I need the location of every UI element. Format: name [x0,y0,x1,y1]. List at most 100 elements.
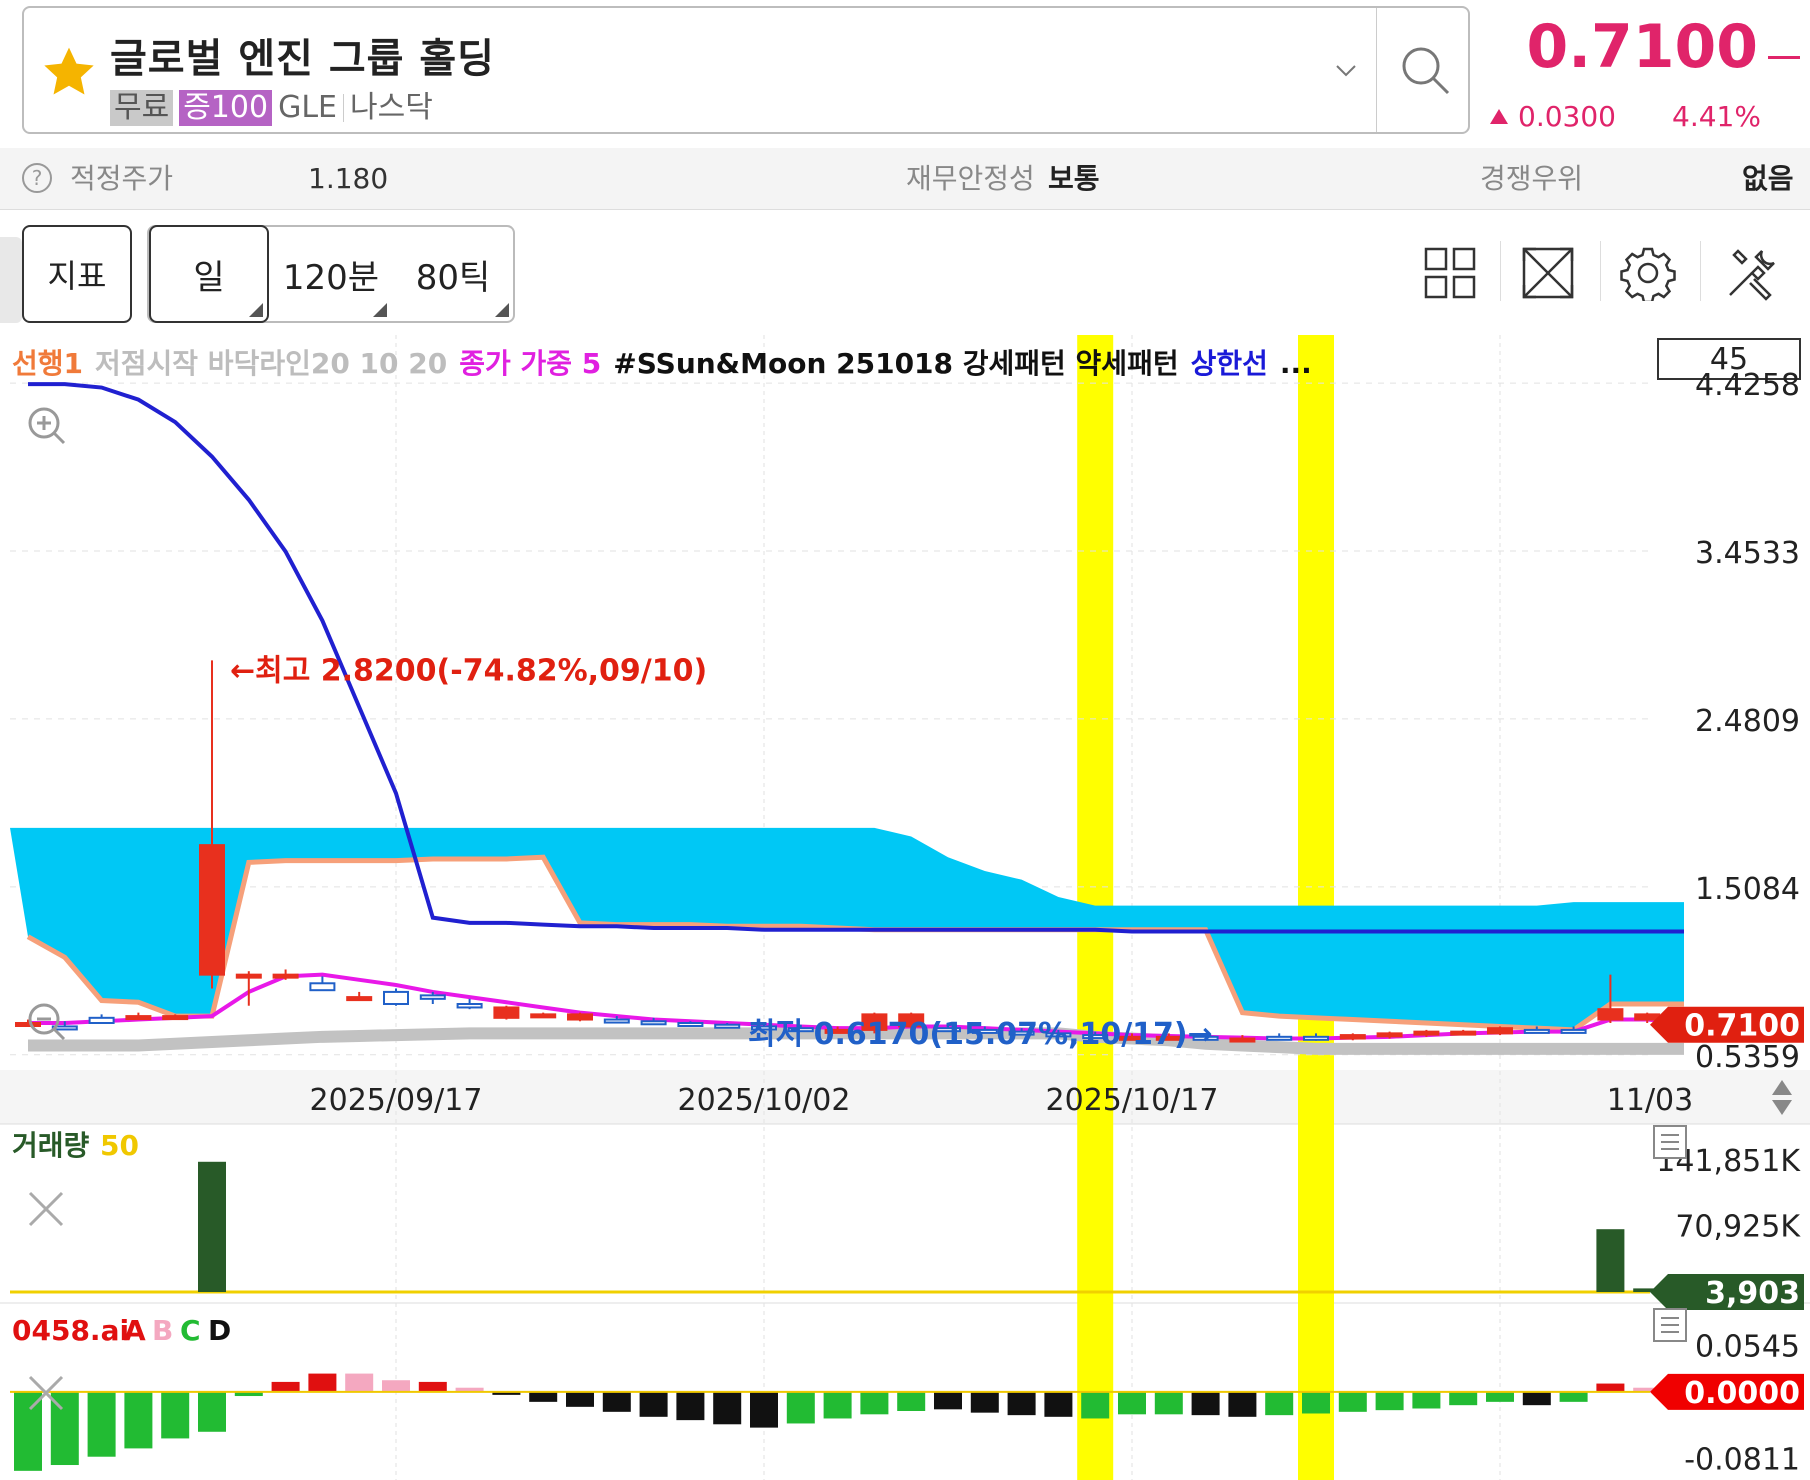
price-more-icon[interactable] [1768,56,1800,59]
oscillator-bar [1486,1391,1514,1402]
oscillator-legend-item: C [180,1314,201,1347]
candle-body [1560,1028,1587,1034]
oscillator-bar [418,1381,447,1392]
candle-body [567,1013,593,1021]
oscillator-legend-item: B [152,1314,173,1347]
candle-body [346,996,373,1002]
oscillator-bar [1412,1391,1441,1409]
oscillator-bar [602,1391,631,1412]
period-80tick[interactable]: 80틱 [393,227,513,321]
candle-body [1229,1037,1256,1043]
toolbar-divider [1600,241,1601,301]
oscillator-bar [897,1391,926,1411]
indicator-legend-item: 상한선 [1191,347,1268,380]
oscillator-bar [1081,1391,1110,1419]
oscillator-bar [271,1381,300,1392]
dropdown-corner-icon [373,303,387,317]
oscillator-bar [1044,1391,1073,1417]
search-icon [1402,47,1450,95]
volume-title: 거래량 [12,1129,90,1162]
candle-body [603,1018,630,1024]
side-drawer-handle[interactable] [0,237,22,323]
chevron-down-icon[interactable] [1334,58,1358,82]
indicator-legend-item: ... [1280,347,1312,380]
price-chart[interactable]: ←최고 2.8200(-74.82%,09/10) 최저 0.6170(15.07… [0,335,1810,1480]
oscillator-bar [198,1391,226,1432]
candle-body [162,1015,189,1021]
candle-body [530,1013,557,1019]
tools-icon[interactable] [1724,245,1780,301]
toolbar-divider [1500,241,1501,301]
current-price: 0.7100 [1526,12,1758,82]
oscillator-bar [1154,1391,1183,1415]
period-120min[interactable]: 120분 [271,227,391,321]
candle-body [493,1006,520,1019]
price-change-percent: 4.41% [1672,100,1761,133]
volume-period: 50 [100,1129,139,1162]
candle-body [714,1023,741,1029]
current-oscillator-tag-value: 0.0000 [1684,1376,1800,1411]
oscillator-menu-icon [1653,1308,1687,1342]
candle-body [199,844,225,976]
tag-divider [343,94,344,122]
stability-value: 보통 [1048,162,1100,195]
oscillator-bar [14,1391,42,1471]
oscillator-bar [1191,1391,1220,1416]
price-axis-label: 3.4533 [1695,536,1800,571]
candle-body [1523,1028,1550,1034]
candle-body [1450,1030,1477,1036]
oscillator-bar [713,1391,742,1425]
fair-price-value: 1.180 [308,162,389,195]
oscillator-bar [1007,1391,1036,1416]
price-axis-label: 1.5084 [1695,872,1800,907]
indicator-legend-item: #SSun&Moon 251018 강세패턴 약세패턴 [613,347,1178,380]
competitive-value: 없음 [1742,162,1794,195]
price-axis-label: 2.4809 [1695,704,1800,739]
period-day[interactable]: 일 [149,225,269,323]
candle-body [15,1022,41,1028]
price-axis-label: 0.5359 [1695,1040,1800,1075]
search-button[interactable] [1376,8,1470,132]
layout-grid-icon[interactable] [1422,245,1478,301]
favorite-star-icon[interactable] [40,44,98,102]
oscillator-legend-item: D [208,1314,231,1347]
candle-body [1413,1030,1440,1036]
oscillator-bar [124,1391,153,1449]
indicator-legend-item: 저점시작 바닥라인20 10 20 [95,347,447,380]
oscillator-bar [786,1391,815,1424]
candle-body [1339,1034,1366,1040]
candle-body [1376,1032,1403,1038]
oscillator-axis-label: -0.0811 [1684,1442,1800,1477]
oscillator-bar [1338,1391,1367,1412]
candle-body [1634,1013,1661,1021]
high-annotation: ←최고 2.8200(-74.82%,09/10) [230,653,707,688]
candle-body [419,994,446,1000]
indicator-legend-item: 종가 가중 5 [459,347,601,380]
toolbar-divider [1700,241,1701,301]
ticker-tag: GLE [278,90,337,125]
candle-body [383,990,409,1006]
x-axis-band [0,1070,1810,1124]
oscillator-bar [308,1373,337,1392]
volume-bar [198,1161,226,1292]
candle-body [125,1015,152,1021]
fullscreen-icon[interactable] [1520,245,1576,301]
indicator-button[interactable]: 지표 [22,225,132,323]
oscillator-bar [1375,1391,1404,1411]
exchange-tag: 나스닥 [350,90,433,125]
chart-toolbar: 지표 일 120분 80틱 [0,211,1810,335]
oscillator-axis-label: 0.0545 [1695,1330,1800,1365]
stock-search-box[interactable]: 글로벌 엔진 그룹 홀딩 무료 증100 GLE 나스닥 [22,6,1470,134]
help-icon[interactable]: ? [22,163,52,193]
volume-axis-label: 70,925K [1675,1210,1801,1245]
oscillator-bar [566,1391,594,1407]
dropdown-corner-icon [495,303,509,317]
settings-gear-icon[interactable] [1620,245,1676,301]
oscillator-bar [639,1391,668,1417]
candle-body [1303,1035,1329,1041]
candle-body [272,973,299,979]
oscillator-bar [1302,1391,1330,1414]
candle-body [456,1003,483,1009]
oscillator-bar [750,1391,778,1428]
up-arrow-icon [1490,109,1508,124]
